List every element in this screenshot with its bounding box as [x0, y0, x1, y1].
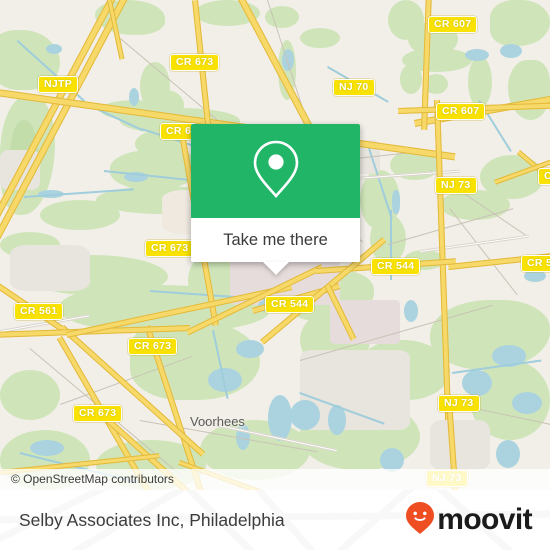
landuse-green: [370, 214, 406, 264]
popup-card[interactable]: Take me there: [191, 124, 360, 262]
take-me-there-button[interactable]: Take me there: [191, 218, 360, 262]
water-body: [496, 440, 520, 468]
water-body: [46, 44, 62, 54]
landuse-green: [490, 0, 550, 46]
water-body: [268, 395, 292, 441]
road-shield: CR 673: [145, 240, 195, 257]
landuse-green: [0, 370, 60, 420]
road-shield: CR 54: [521, 255, 550, 272]
moovit-map-screen: CR 607 CR 673 NJ 70 NJTP CR 607 CR 6 NJ …: [0, 0, 550, 550]
road-shield: CR 544: [265, 296, 315, 313]
take-me-there-label: Take me there: [223, 230, 328, 249]
landuse-green: [440, 190, 510, 220]
road-shield: NJ 73: [438, 395, 480, 412]
popup-pointer: [262, 262, 289, 275]
water-body: [236, 340, 264, 358]
road-shield: CR 607: [428, 16, 478, 33]
map-popup[interactable]: Take me there: [191, 124, 360, 275]
landuse-green: [400, 64, 422, 94]
landuse-green: [40, 200, 120, 230]
road-shield: CR: [538, 168, 550, 185]
moovit-smiley-pin-icon: [405, 501, 435, 540]
road-shield: CR 607: [436, 103, 486, 120]
water-body: [465, 49, 489, 61]
road-shield: CR 673: [128, 338, 178, 355]
water-body: [404, 300, 418, 322]
road-shield: CR 544: [371, 258, 421, 275]
landuse-residential: [10, 245, 90, 291]
road-shield: CR 561: [14, 303, 64, 320]
landuse-green: [508, 60, 550, 120]
water-body: [290, 400, 320, 430]
road-shield: NJ 70: [333, 79, 375, 96]
landuse-residential: [430, 420, 490, 470]
minor-road: [449, 208, 518, 296]
water-body: [462, 370, 492, 396]
water-body: [30, 440, 64, 456]
road-shield: NJ 73: [435, 177, 477, 194]
water-body: [512, 392, 542, 414]
map-pin-icon: [250, 138, 302, 205]
road-shield: NJTP: [38, 76, 79, 93]
moovit-brand[interactable]: moovit: [405, 490, 533, 550]
water-body: [392, 190, 400, 214]
road-shield: CR 673: [73, 405, 123, 422]
water-body: [500, 44, 522, 58]
moovit-wordmark: moovit: [437, 503, 532, 536]
map-attribution[interactable]: © OpenStreetMap contributors: [0, 469, 550, 490]
water-body: [129, 88, 139, 106]
footer-bar: Selby Associates Inc, Philadelphia moovi…: [0, 490, 550, 550]
location-title: Selby Associates Inc, Philadelphia: [19, 510, 285, 530]
landuse-green: [300, 28, 340, 48]
minor-road: [420, 234, 530, 253]
popup-header: [191, 124, 360, 218]
road-shield: CR 673: [170, 54, 220, 71]
place-label-voorhees: Voorhees: [190, 414, 245, 429]
